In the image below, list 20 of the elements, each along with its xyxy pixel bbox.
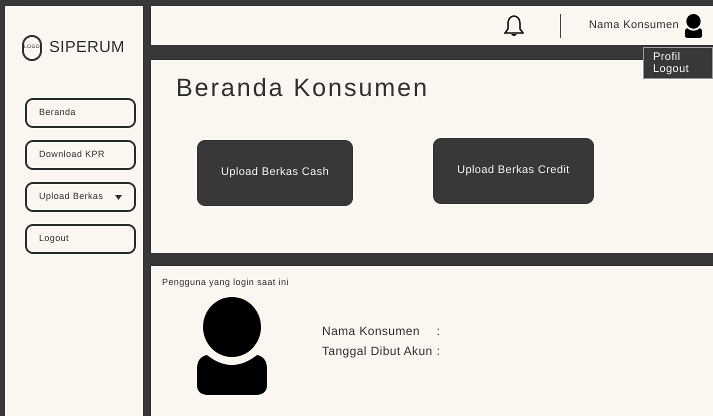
field-label: Tanggal Dibut Akun — [322, 342, 433, 360]
upload-button[interactable]: Upload Berkas Credit — [433, 138, 594, 204]
sidebar-item[interactable]: Upload Berkas — [25, 182, 136, 212]
sidebar-item[interactable]: Logout — [25, 224, 136, 254]
avatar-icon — [197, 296, 267, 394]
field-separator: : — [436, 322, 440, 340]
user-caption: Pengguna yang login saat ini — [162, 276, 290, 289]
user-name[interactable]: Nama Konsumen — [588, 17, 679, 34]
field-separator: : — [436, 342, 440, 360]
bell-icon[interactable] — [504, 14, 524, 38]
caret-icon — [115, 194, 122, 200]
page-title: Beranda Konsumen — [176, 73, 430, 104]
sidebar-item[interactable]: Beranda — [25, 98, 136, 128]
brand-name: SIPERUM — [49, 38, 125, 58]
user-icon — [684, 14, 703, 38]
menu-item[interactable]: Logout — [653, 63, 703, 75]
sidebar-item[interactable]: Download KPR — [25, 140, 136, 170]
menu-item[interactable]: Profil — [653, 51, 703, 63]
upload-button[interactable]: Upload Berkas Cash — [197, 140, 354, 206]
field-label: Nama Konsumen — [322, 322, 421, 340]
